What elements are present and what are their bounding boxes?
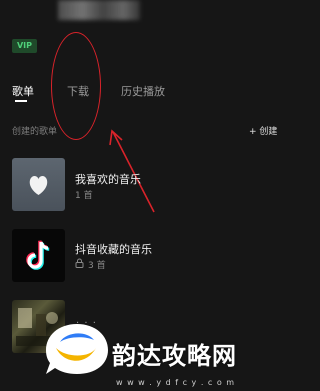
playlist-cover-favorites[interactable]	[12, 158, 65, 211]
username-blurred	[58, 0, 140, 20]
watermark-url: w w w . y d f c y . c o m	[116, 378, 236, 387]
active-tab-indicator	[15, 100, 27, 102]
playlist-title[interactable]: 我喜欢的音乐	[75, 171, 141, 187]
playlist-count: 1 首	[75, 191, 93, 201]
playlist-cover-douyin[interactable]	[12, 229, 65, 282]
vip-badge[interactable]: VIP	[12, 39, 37, 53]
watermark-brand: 韵达攻略网	[112, 342, 237, 370]
playlist-title[interactable]: 抖音收藏的音乐	[75, 241, 152, 257]
playlist-count: 3 首	[88, 261, 106, 271]
heart-icon	[29, 176, 48, 195]
create-playlist-button[interactable]: + 创建	[249, 124, 277, 137]
tab-playlists[interactable]: 歌单	[12, 83, 34, 99]
lock-icon	[75, 258, 84, 268]
watermark-logo-icon	[46, 324, 108, 374]
tab-history[interactable]: 历史播放	[121, 83, 165, 99]
douyin-logo-icon	[26, 240, 50, 270]
created-playlists-heading: 创建的歌单	[12, 127, 58, 137]
annotation-ellipse	[51, 32, 101, 140]
